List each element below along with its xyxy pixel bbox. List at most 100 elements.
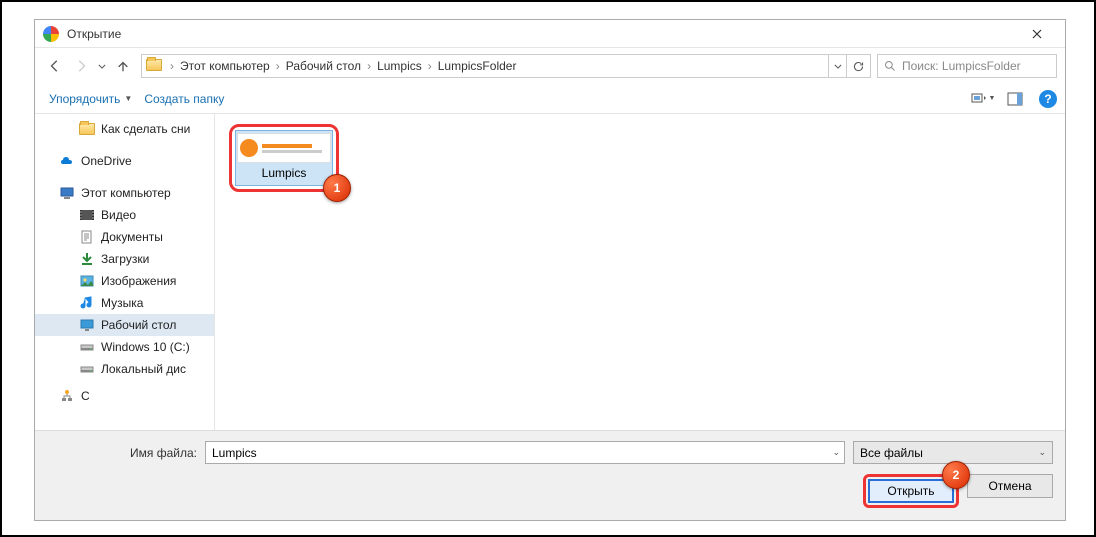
computer-icon <box>59 185 75 201</box>
annotation-highlight: Открыть 2 <box>863 474 959 508</box>
sidebar-item-label: Windows 10 (C:) <box>101 340 190 354</box>
sidebar-item-рабочий-стол[interactable]: Рабочий стол <box>35 314 214 336</box>
sidebar-item-изображения[interactable]: Изображения <box>35 270 214 292</box>
preview-text <box>262 144 328 153</box>
arrow-left-icon <box>48 59 62 73</box>
dialog-body: Как сделать сни OneDrive Этот компьютер Вид… <box>35 114 1065 430</box>
filename-row: Имя файла: Lumpics ⌄ Все файлы ⌄ <box>47 441 1053 464</box>
sidebar-item-локальный-дис[interactable]: Локальный дис <box>35 358 214 380</box>
drive-icon <box>79 339 95 355</box>
close-icon <box>1032 29 1042 39</box>
filename-value: Lumpics <box>212 446 257 460</box>
toolbar: Упорядочить ▼ Создать папку ▼ ? <box>35 84 1065 114</box>
sidebar-item-загрузки[interactable]: Загрузки <box>35 248 214 270</box>
sidebar-item-видео[interactable]: Видео <box>35 204 214 226</box>
preview-pane-icon <box>1007 91 1023 107</box>
cancel-button[interactable]: Отмена <box>967 474 1053 498</box>
search-input[interactable]: Поиск: LumpicsFolder <box>877 54 1057 78</box>
sidebar-item-partial[interactable]: С <box>35 390 214 402</box>
organize-label: Упорядочить <box>49 92 120 106</box>
crumb-separator: › <box>426 59 434 73</box>
open-file-dialog: Открытие › Этот компьютер › Рабочий стол… <box>34 19 1066 521</box>
navbar: › Этот компьютер › Рабочий стол › Lumpic… <box>35 48 1065 84</box>
help-icon: ? <box>1044 92 1051 106</box>
view-options-button[interactable]: ▼ <box>969 88 997 110</box>
preview-pane-button[interactable] <box>1001 88 1029 110</box>
crumb-1[interactable]: Рабочий стол <box>282 59 365 73</box>
sidebar: Как сделать сни OneDrive Этот компьютер Вид… <box>35 114 215 430</box>
network-icon <box>59 390 75 402</box>
open-button-label: Открыть <box>887 484 934 498</box>
back-button[interactable] <box>43 54 67 78</box>
sidebar-item-label: Этот компьютер <box>81 186 171 200</box>
refresh-button[interactable] <box>846 55 870 77</box>
sidebar-item-label: Изображения <box>101 274 176 288</box>
sidebar-item-label: OneDrive <box>81 154 132 168</box>
drive-icon <box>79 361 95 377</box>
sidebar-item-документы[interactable]: Документы <box>35 226 214 248</box>
bottom-panel: Имя файла: Lumpics ⌄ Все файлы ⌄ Открыть… <box>35 430 1065 520</box>
file-label: Lumpics <box>262 163 307 183</box>
up-button[interactable] <box>111 54 135 78</box>
chrome-icon <box>43 26 59 42</box>
file-thumbnail: Lumpics <box>235 130 333 186</box>
folder-icon <box>146 59 164 73</box>
crumb-separator: › <box>274 59 282 73</box>
close-button[interactable] <box>1017 20 1057 48</box>
chevron-down-icon: ▼ <box>989 95 996 102</box>
sidebar-item-label: Музыка <box>101 296 143 310</box>
annotation-callout-2: 2 <box>942 461 970 489</box>
annotation-callout-1: 1 <box>323 174 351 202</box>
filename-label: Имя файла: <box>47 446 197 460</box>
chevron-down-icon: ⌄ <box>832 447 840 458</box>
sidebar-item-windows-10-c-[interactable]: Windows 10 (C:) <box>35 336 214 358</box>
sidebar-item-label: Видео <box>101 208 136 222</box>
sidebar-item-музыка[interactable]: Музыка <box>35 292 214 314</box>
logo-icon <box>240 139 258 157</box>
arrow-up-icon <box>116 59 130 73</box>
sidebar-item-этот-компьютер[interactable]: Этот компьютер <box>35 182 214 204</box>
onedrive-icon <box>59 153 75 169</box>
filetype-value: Все файлы <box>860 446 923 460</box>
new-folder-label: Создать папку <box>144 92 224 106</box>
file-preview <box>237 133 331 163</box>
new-folder-button[interactable]: Создать папку <box>138 88 230 110</box>
folder-icon <box>79 121 95 137</box>
address-bar[interactable]: › Этот компьютер › Рабочий стол › Lumpic… <box>141 54 871 78</box>
sidebar-item-как-сделать-сни[interactable]: Как сделать сни <box>35 118 214 140</box>
search-placeholder: Поиск: LumpicsFolder <box>902 59 1021 73</box>
desktop-icon <box>79 317 95 333</box>
address-dropdown[interactable] <box>828 55 846 77</box>
organize-menu[interactable]: Упорядочить ▼ <box>43 88 138 110</box>
sidebar-item-label: Как сделать сни <box>101 122 190 136</box>
sidebar-item-label: Рабочий стол <box>101 318 176 332</box>
video-icon <box>79 207 95 223</box>
buttons-row: Открыть 2 Отмена <box>47 474 1053 508</box>
crumb-separator: › <box>168 59 176 73</box>
sidebar-item-label: Локальный дис <box>101 362 186 376</box>
filename-input[interactable]: Lumpics ⌄ <box>205 441 845 464</box>
file-list[interactable]: Lumpics 1 <box>215 114 1065 430</box>
sidebar-item-label: Загрузки <box>101 252 149 266</box>
open-button[interactable]: Открыть <box>868 479 954 503</box>
file-item-lumpics[interactable]: Lumpics 1 <box>229 124 339 192</box>
annotation-highlight: Lumpics <box>229 124 339 192</box>
chevron-down-icon: ⌄ <box>1038 447 1046 458</box>
arrow-right-icon <box>74 59 88 73</box>
refresh-icon <box>852 60 865 73</box>
chevron-down-icon <box>98 64 106 69</box>
forward-button[interactable] <box>69 54 93 78</box>
music-icon <box>79 295 95 311</box>
search-icon <box>884 60 896 72</box>
titlebar: Открытие <box>35 20 1065 48</box>
downloads-icon <box>79 251 95 267</box>
crumb-separator: › <box>365 59 373 73</box>
crumb-3[interactable]: LumpicsFolder <box>434 59 521 73</box>
recent-dropdown[interactable] <box>95 54 109 78</box>
help-button[interactable]: ? <box>1039 90 1057 108</box>
sidebar-item-onedrive[interactable]: OneDrive <box>35 150 214 172</box>
sidebar-item-label: Документы <box>101 230 163 244</box>
crumb-2[interactable]: Lumpics <box>373 59 426 73</box>
crumb-0[interactable]: Этот компьютер <box>176 59 274 73</box>
documents-icon <box>79 229 95 245</box>
